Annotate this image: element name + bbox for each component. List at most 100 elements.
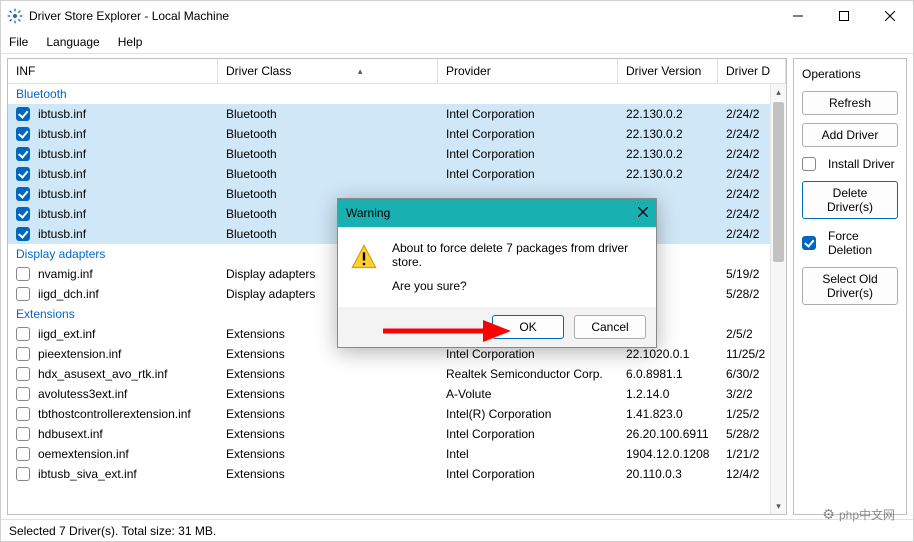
row-checkbox[interactable]: [16, 107, 30, 121]
cell-inf: avolutess3ext.inf: [36, 387, 226, 401]
php-icon: ⚙: [822, 506, 835, 523]
cell-inf: iigd_ext.inf: [36, 327, 226, 341]
menu-language[interactable]: Language: [46, 35, 99, 49]
cell-class: Extensions: [226, 347, 446, 361]
table-row[interactable]: tbthostcontrollerextension.infExtensions…: [8, 404, 786, 424]
cell-version: 22.130.0.2: [626, 147, 726, 161]
cell-class: Extensions: [226, 367, 446, 381]
status-text: Selected 7 Driver(s). Total size: 31 MB.: [9, 524, 216, 538]
refresh-button[interactable]: Refresh: [802, 91, 898, 115]
cell-provider: Intel Corporation: [446, 107, 626, 121]
cell-provider: Intel Corporation: [446, 127, 626, 141]
dialog-buttons: OK Cancel: [338, 307, 656, 347]
cell-inf: ibtusb.inf: [36, 127, 226, 141]
cell-version: 22.130.0.2: [626, 107, 726, 121]
row-checkbox[interactable]: [16, 167, 30, 181]
add-driver-button[interactable]: Add Driver: [802, 123, 898, 147]
dialog-close-icon[interactable]: [638, 206, 648, 220]
cell-inf: hdbusext.inf: [36, 427, 226, 441]
table-row[interactable]: hdbusext.infExtensionsIntel Corporation2…: [8, 424, 786, 444]
row-checkbox[interactable]: [16, 407, 30, 421]
scroll-down-icon[interactable]: ▾: [771, 498, 786, 514]
dialog-titlebar[interactable]: Warning: [338, 199, 656, 227]
cell-inf: ibtusb.inf: [36, 107, 226, 121]
table-row[interactable]: ibtusb_siva_ext.infExtensionsIntel Corpo…: [8, 464, 786, 484]
delete-drivers-button[interactable]: Delete Driver(s): [802, 181, 898, 219]
cell-version: 1.41.823.0: [626, 407, 726, 421]
cell-provider: Realtek Semiconductor Corp.: [446, 367, 626, 381]
scroll-thumb[interactable]: [773, 102, 784, 262]
operations-panel: Operations Refresh Add Driver Install Dr…: [793, 58, 907, 515]
row-checkbox[interactable]: [16, 287, 30, 301]
dialog-cancel-button[interactable]: Cancel: [574, 315, 646, 339]
dialog-ok-button[interactable]: OK: [492, 315, 564, 339]
cell-inf: oemextension.inf: [36, 447, 226, 461]
table-row[interactable]: ibtusb.infBluetoothIntel Corporation22.1…: [8, 104, 786, 124]
table-row[interactable]: ibtusb.infBluetoothIntel Corporation22.1…: [8, 144, 786, 164]
row-checkbox[interactable]: [16, 347, 30, 361]
cell-provider: Intel Corporation: [446, 467, 626, 481]
statusbar: Selected 7 Driver(s). Total size: 31 MB.: [1, 519, 913, 541]
force-deletion-checkbox[interactable]: [802, 236, 816, 250]
row-checkbox[interactable]: [16, 267, 30, 281]
cell-class: Extensions: [226, 407, 446, 421]
table-row[interactable]: ibtusb.infBluetoothIntel Corporation22.1…: [8, 124, 786, 144]
cell-inf: hdx_asusext_avo_rtk.inf: [36, 367, 226, 381]
maximize-button[interactable]: [821, 1, 867, 31]
cell-provider: Intel Corporation: [446, 167, 626, 181]
cell-inf: ibtusb.inf: [36, 147, 226, 161]
table-row[interactable]: ibtusb.infBluetoothIntel Corporation22.1…: [8, 164, 786, 184]
row-checkbox[interactable]: [16, 187, 30, 201]
col-header-version[interactable]: Driver Version: [618, 59, 718, 83]
cell-version: 22.130.0.2: [626, 167, 726, 181]
cell-provider: Intel Corporation: [446, 147, 626, 161]
select-old-drivers-button[interactable]: Select Old Driver(s): [802, 267, 898, 305]
table-row[interactable]: oemextension.infExtensionsIntel1904.12.0…: [8, 444, 786, 464]
col-header-date[interactable]: Driver D: [718, 59, 786, 83]
force-deletion-row[interactable]: Force Deletion: [802, 227, 898, 259]
col-header-provider[interactable]: Provider: [438, 59, 618, 83]
cell-class: Bluetooth: [226, 167, 446, 181]
cell-version: 22.1020.0.1: [626, 347, 726, 361]
row-checkbox[interactable]: [16, 207, 30, 221]
row-checkbox[interactable]: [16, 387, 30, 401]
row-checkbox[interactable]: [16, 327, 30, 341]
row-checkbox[interactable]: [16, 467, 30, 481]
operations-heading: Operations: [802, 67, 898, 81]
cell-provider: A-Volute: [446, 387, 626, 401]
minimize-button[interactable]: [775, 1, 821, 31]
cell-class: Bluetooth: [226, 107, 446, 121]
row-checkbox[interactable]: [16, 147, 30, 161]
install-driver-checkbox[interactable]: [802, 157, 816, 171]
row-checkbox[interactable]: [16, 367, 30, 381]
cell-version: 1904.12.0.1208: [626, 447, 726, 461]
row-checkbox[interactable]: [16, 427, 30, 441]
scroll-up-icon[interactable]: ▴: [771, 84, 786, 100]
row-checkbox[interactable]: [16, 447, 30, 461]
install-driver-row[interactable]: Install Driver: [802, 155, 898, 173]
cell-inf: ibtusb.inf: [36, 227, 226, 241]
table-row[interactable]: avolutess3ext.infExtensionsA-Volute1.2.1…: [8, 384, 786, 404]
cell-inf: ibtusb.inf: [36, 187, 226, 201]
col-header-class[interactable]: Driver Class▴: [218, 59, 438, 83]
row-checkbox[interactable]: [16, 127, 30, 141]
cell-provider: Intel Corporation: [446, 347, 626, 361]
app-window: Driver Store Explorer - Local Machine Fi…: [0, 0, 914, 542]
watermark-text: php中文网: [839, 506, 895, 523]
dialog-line1: About to force delete 7 packages from dr…: [392, 241, 644, 269]
dialog-body: About to force delete 7 packages from dr…: [338, 227, 656, 307]
warning-icon: [350, 243, 378, 271]
cell-inf: ibtusb.inf: [36, 207, 226, 221]
cell-inf: nvamig.inf: [36, 267, 226, 281]
group-row[interactable]: Bluetooth: [8, 84, 786, 104]
menu-file[interactable]: File: [9, 35, 28, 49]
menu-help[interactable]: Help: [118, 35, 143, 49]
col-header-inf[interactable]: INF: [8, 59, 218, 83]
row-checkbox[interactable]: [16, 227, 30, 241]
close-button[interactable]: [867, 1, 913, 31]
warning-dialog: Warning About to force delete 7 packages…: [337, 198, 657, 348]
table-row[interactable]: hdx_asusext_avo_rtk.infExtensionsRealtek…: [8, 364, 786, 384]
install-driver-label: Install Driver: [828, 157, 895, 171]
vertical-scrollbar[interactable]: ▴ ▾: [770, 84, 786, 514]
cell-inf: ibtusb_siva_ext.inf: [36, 467, 226, 481]
